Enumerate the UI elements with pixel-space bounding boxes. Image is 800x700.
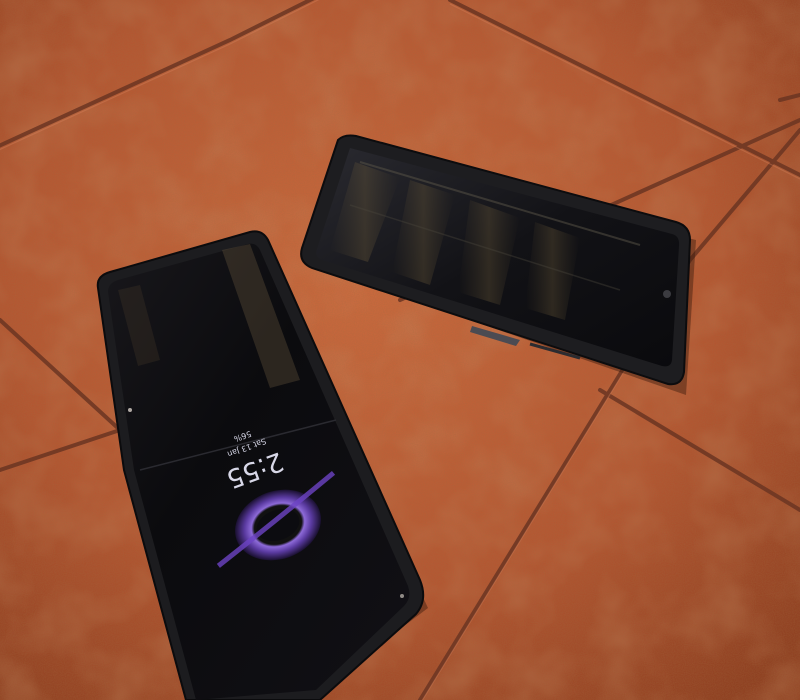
photo-svg: 2:55 Sat 13 Jan 56% [0,0,800,700]
photo-scene: 2:55 Sat 13 Jan 56% [0,0,800,700]
phone-right-camera [663,290,671,298]
